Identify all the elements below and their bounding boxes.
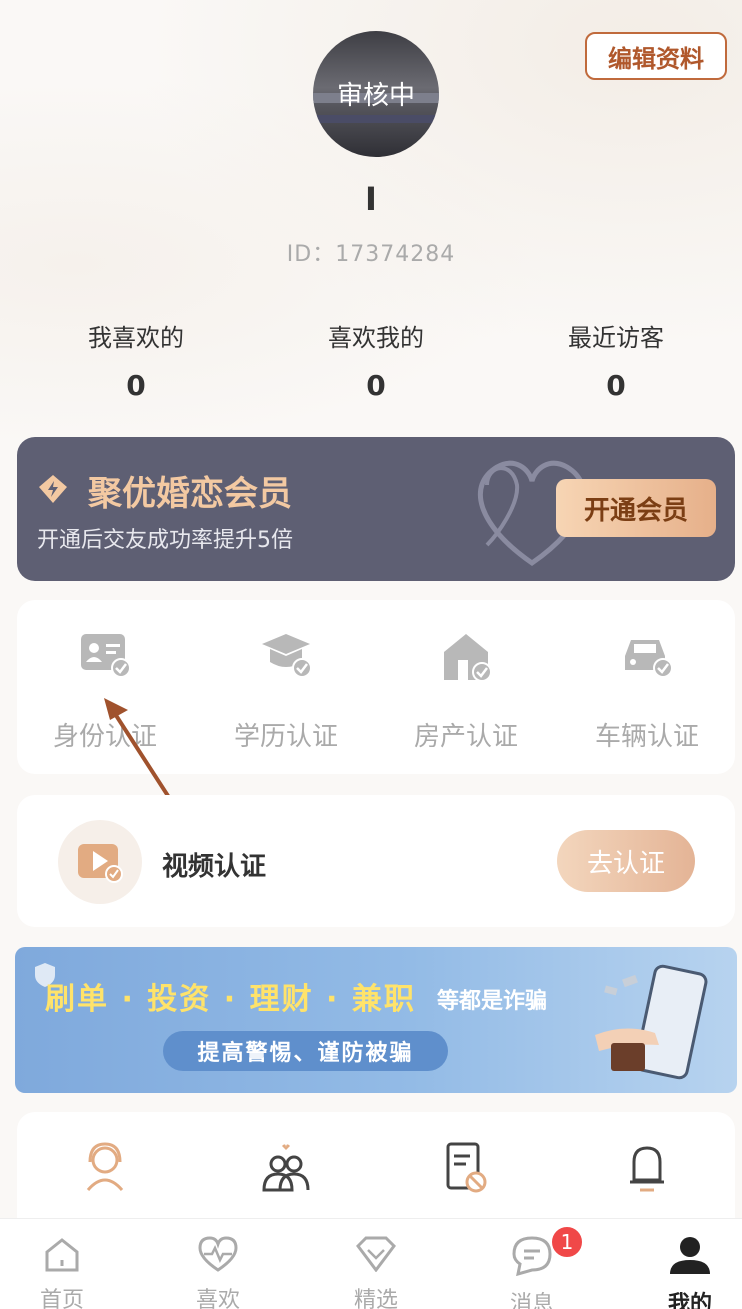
vip-title: 聚优婚恋会员 bbox=[88, 474, 292, 514]
vip-diamond-icon bbox=[39, 475, 67, 503]
video-cert-icon-bg bbox=[58, 820, 142, 904]
home-icon bbox=[45, 1238, 79, 1272]
banner-tail: 等都是诈骗 bbox=[437, 989, 548, 1014]
profile-icon bbox=[670, 1237, 710, 1274]
matchmaker-icon[interactable] bbox=[258, 1140, 314, 1196]
edit-profile-button[interactable]: 编辑资料 bbox=[585, 32, 727, 80]
car-icon bbox=[625, 640, 673, 678]
vip-subtitle: 开通后交友成功率提升5倍 bbox=[37, 528, 293, 553]
tab-label: 喜欢 bbox=[195, 1288, 240, 1309]
tab-home[interactable]: 首页 bbox=[2, 1236, 122, 1309]
banner-warning-pill: 提高警惕、谨防被骗 bbox=[163, 1031, 448, 1071]
tab-featured[interactable]: 精选 bbox=[316, 1236, 436, 1309]
phone-scam-illustration bbox=[595, 964, 708, 1080]
open-membership-button[interactable]: 开通会员 bbox=[556, 479, 716, 537]
heart-pulse-icon bbox=[198, 1236, 238, 1272]
tab-label: 首页 bbox=[39, 1288, 84, 1309]
stat-label: 最近访客 bbox=[568, 324, 664, 352]
avatar-status-label: 审核中 bbox=[336, 81, 415, 111]
tab-profile[interactable]: 我的 bbox=[630, 1236, 742, 1309]
stat-label: 喜欢我的 bbox=[328, 324, 424, 352]
blacklist-icon[interactable] bbox=[444, 1140, 490, 1196]
cert-label: 房产认证 bbox=[413, 722, 518, 752]
stat-i-like[interactable]: 我喜欢的 0 bbox=[36, 318, 236, 402]
tab-likes[interactable]: 喜欢 bbox=[158, 1236, 278, 1309]
anti-fraud-banner[interactable]: 刷单 · 投资 · 理财 · 兼职 等都是诈骗 提高警惕、谨防被骗 bbox=[15, 947, 737, 1093]
cert-label: 学历认证 bbox=[233, 722, 338, 752]
cert-property[interactable]: 房产认证 bbox=[376, 630, 556, 753]
diamond-icon bbox=[356, 1236, 396, 1273]
cert-vehicle[interactable]: 车辆认证 bbox=[557, 630, 737, 753]
tab-label: 我的 bbox=[667, 1292, 712, 1309]
avatar[interactable]: 审核中 bbox=[313, 31, 439, 157]
go-certify-button[interactable]: 去认证 bbox=[557, 830, 695, 892]
stat-value: 0 bbox=[366, 369, 386, 402]
stat-likes-me[interactable]: 喜欢我的 0 bbox=[276, 318, 476, 402]
video-play-icon bbox=[78, 844, 123, 883]
tab-label: 精选 bbox=[353, 1288, 398, 1309]
user-id: ID：17374284 bbox=[286, 242, 456, 267]
graduation-cap-icon bbox=[262, 634, 312, 678]
stat-recent-visitors[interactable]: 最近访客 0 bbox=[516, 318, 716, 402]
id-card-icon bbox=[81, 634, 131, 678]
banner-headline: 刷单 · 投资 · 理财 · 兼职 bbox=[45, 982, 416, 1017]
notification-bell-icon[interactable] bbox=[626, 1140, 668, 1194]
video-cert-label: 视频认证 bbox=[162, 852, 267, 882]
tab-label: 消息 bbox=[509, 1292, 554, 1309]
customer-service-icon[interactable] bbox=[82, 1140, 128, 1194]
cert-education[interactable]: 学历认证 bbox=[196, 630, 376, 753]
stat-value: 0 bbox=[126, 369, 146, 402]
stat-label: 我喜欢的 bbox=[88, 324, 184, 352]
house-icon bbox=[444, 634, 492, 682]
stat-value: 0 bbox=[606, 369, 626, 402]
message-badge: 1 bbox=[550, 1225, 584, 1259]
message-icon bbox=[512, 1236, 552, 1277]
nickname: I bbox=[365, 180, 377, 218]
cert-label: 车辆认证 bbox=[594, 722, 699, 752]
